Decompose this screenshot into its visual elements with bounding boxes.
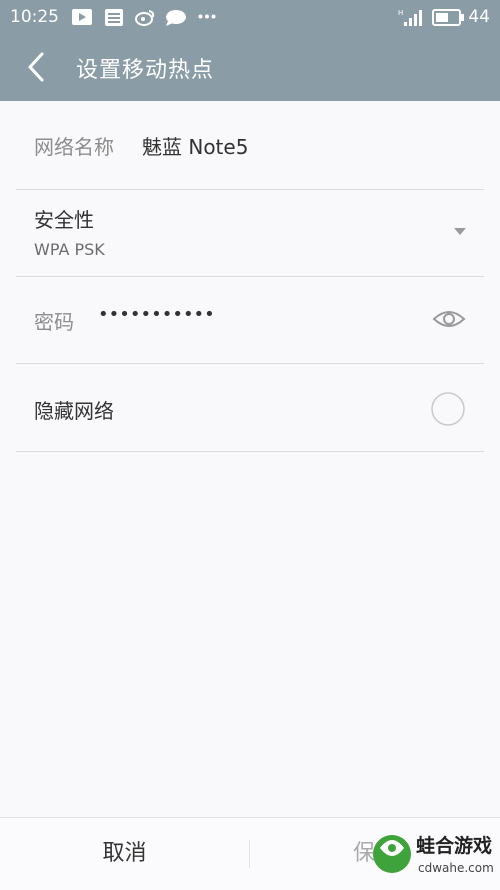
svg-text:H: H bbox=[398, 9, 403, 17]
weibo-icon bbox=[135, 10, 155, 26]
watermark-url: cdwahe.com bbox=[418, 861, 494, 875]
dropdown-arrow-icon[interactable] bbox=[454, 228, 466, 236]
watermark-logo: 蛙合游戏 cdwahe.com bbox=[373, 834, 494, 875]
password-label: 密码 bbox=[34, 310, 74, 334]
show-password-eye-icon[interactable] bbox=[432, 307, 466, 331]
news-app-icon bbox=[105, 9, 123, 26]
security-row[interactable]: 安全性 WPA PSK bbox=[16, 190, 484, 277]
more-notifications-icon bbox=[198, 14, 216, 19]
message-icon bbox=[166, 10, 186, 26]
watermark-name: 蛙合游戏 bbox=[416, 834, 492, 857]
page-title: 设置移动热点 bbox=[76, 58, 215, 83]
app-bar: 设置移动热点 bbox=[0, 34, 500, 101]
password-field[interactable]: ••••••••••• bbox=[98, 304, 215, 325]
status-time: 10:25 bbox=[10, 7, 59, 27]
battery-icon bbox=[432, 9, 464, 26]
password-row: 密码 ••••••••••• bbox=[16, 277, 484, 364]
network-name-field[interactable]: 魅蓝 Note5 bbox=[142, 131, 248, 160]
security-value: WPA PSK bbox=[34, 240, 105, 259]
hide-network-checkbox[interactable] bbox=[430, 391, 466, 427]
battery-level: 44 bbox=[468, 7, 490, 27]
security-label: 安全性 bbox=[34, 208, 94, 232]
hide-network-row[interactable]: 隐藏网络 bbox=[16, 364, 484, 452]
cancel-button[interactable]: 取消 bbox=[0, 818, 249, 890]
signal-icon: H bbox=[398, 9, 422, 26]
network-name-row[interactable]: 网络名称 魅蓝 Note5 bbox=[16, 101, 484, 190]
status-bar: 10:25 H 44 bbox=[0, 0, 500, 34]
network-name-label: 网络名称 bbox=[34, 135, 114, 159]
hide-network-label: 隐藏网络 bbox=[34, 399, 114, 423]
back-arrow-icon[interactable] bbox=[22, 50, 52, 84]
video-app-icon bbox=[72, 9, 92, 25]
